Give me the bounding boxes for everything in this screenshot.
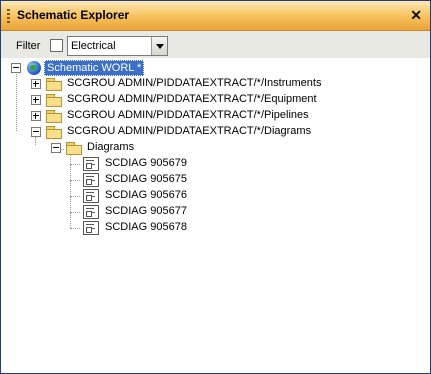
filter-checkbox[interactable]: [50, 39, 63, 52]
chevron-down-icon: [156, 44, 164, 49]
tree-diagram-label[interactable]: SCDIAG 905676: [105, 188, 187, 202]
filter-label: Filter: [16, 40, 41, 52]
diagram-icon: [83, 205, 99, 219]
close-icon[interactable]: ✕: [410, 7, 422, 23]
tree-diagram-label[interactable]: SCDIAG 905679: [105, 156, 187, 170]
open-folder-icon: [66, 142, 82, 155]
schematic-tree: Schematic WORL * SCGROU ADMIN/PIDDATAEXT…: [1, 58, 430, 373]
tree-diagram-item[interactable]: SCDIAG 905677: [1, 204, 201, 220]
diagram-icon: [83, 221, 99, 235]
tree-folder-label[interactable]: SCGROU ADMIN/PIDDATAEXTRACT/*/Pipelines: [67, 108, 309, 122]
tree-diagram-item[interactable]: SCDIAG 905678: [1, 220, 201, 236]
filter-dropdown[interactable]: Electrical: [67, 36, 168, 56]
folder-icon: [46, 78, 62, 91]
folder-icon: [46, 110, 62, 123]
tree-diagram-item[interactable]: SCDIAG 905676: [1, 188, 201, 204]
tree-folder-pipelines[interactable]: SCGROU ADMIN/PIDDATAEXTRACT/*/Pipelines: [1, 108, 430, 124]
collapse-icon[interactable]: [51, 143, 61, 153]
tree-root[interactable]: Schematic WORL *: [1, 60, 201, 76]
diagram-icon: [83, 173, 99, 187]
filter-bar: Filter Electrical: [1, 31, 430, 59]
diagram-icon: [83, 189, 99, 203]
drag-grip-icon[interactable]: [7, 9, 10, 23]
tree-folder-diagrams[interactable]: SCGROU ADMIN/PIDDATAEXTRACT/*/Diagrams: [1, 124, 430, 140]
expand-icon[interactable]: [31, 111, 41, 121]
tree-diagram-item[interactable]: SCDIAG 905675: [1, 172, 201, 188]
diagram-icon: [83, 157, 99, 171]
tree-folder-equipment[interactable]: SCGROU ADMIN/PIDDATAEXTRACT/*/Equipment: [1, 92, 430, 108]
tree-diagram-label[interactable]: SCDIAG 905675: [105, 172, 187, 186]
collapse-icon[interactable]: [11, 63, 21, 73]
panel-title: Schematic Explorer: [17, 8, 130, 22]
expand-icon[interactable]: [31, 95, 41, 105]
expand-icon[interactable]: [31, 79, 41, 89]
schematic-explorer-window: Schematic Explorer ✕ Filter Electrical S…: [0, 0, 431, 374]
tree-root-label[interactable]: Schematic WORL *: [44, 60, 145, 76]
dropdown-button[interactable]: [151, 37, 167, 55]
tree-diagram-label[interactable]: SCDIAG 905678: [105, 220, 187, 234]
globe-icon: [27, 61, 41, 75]
tree-subfolder-label[interactable]: Diagrams: [87, 140, 134, 154]
tree-folder-label[interactable]: SCGROU ADMIN/PIDDATAEXTRACT/*/Equipment: [67, 92, 317, 106]
filter-dropdown-value: Electrical: [71, 40, 116, 52]
tree-folder-label[interactable]: SCGROU ADMIN/PIDDATAEXTRACT/*/Instrument…: [67, 76, 321, 90]
title-bar[interactable]: Schematic Explorer ✕: [1, 1, 430, 31]
tree-subfolder-diagrams[interactable]: Diagrams: [1, 140, 201, 156]
open-folder-icon: [46, 126, 62, 139]
tree-diagram-item[interactable]: SCDIAG 905679: [1, 156, 201, 172]
tree-diagram-label[interactable]: SCDIAG 905677: [105, 204, 187, 218]
collapse-icon[interactable]: [31, 127, 41, 137]
folder-icon: [46, 94, 62, 107]
tree-folder-instruments[interactable]: SCGROU ADMIN/PIDDATAEXTRACT/*/Instrument…: [1, 76, 430, 92]
tree-folder-label[interactable]: SCGROU ADMIN/PIDDATAEXTRACT/*/Diagrams: [67, 124, 311, 138]
